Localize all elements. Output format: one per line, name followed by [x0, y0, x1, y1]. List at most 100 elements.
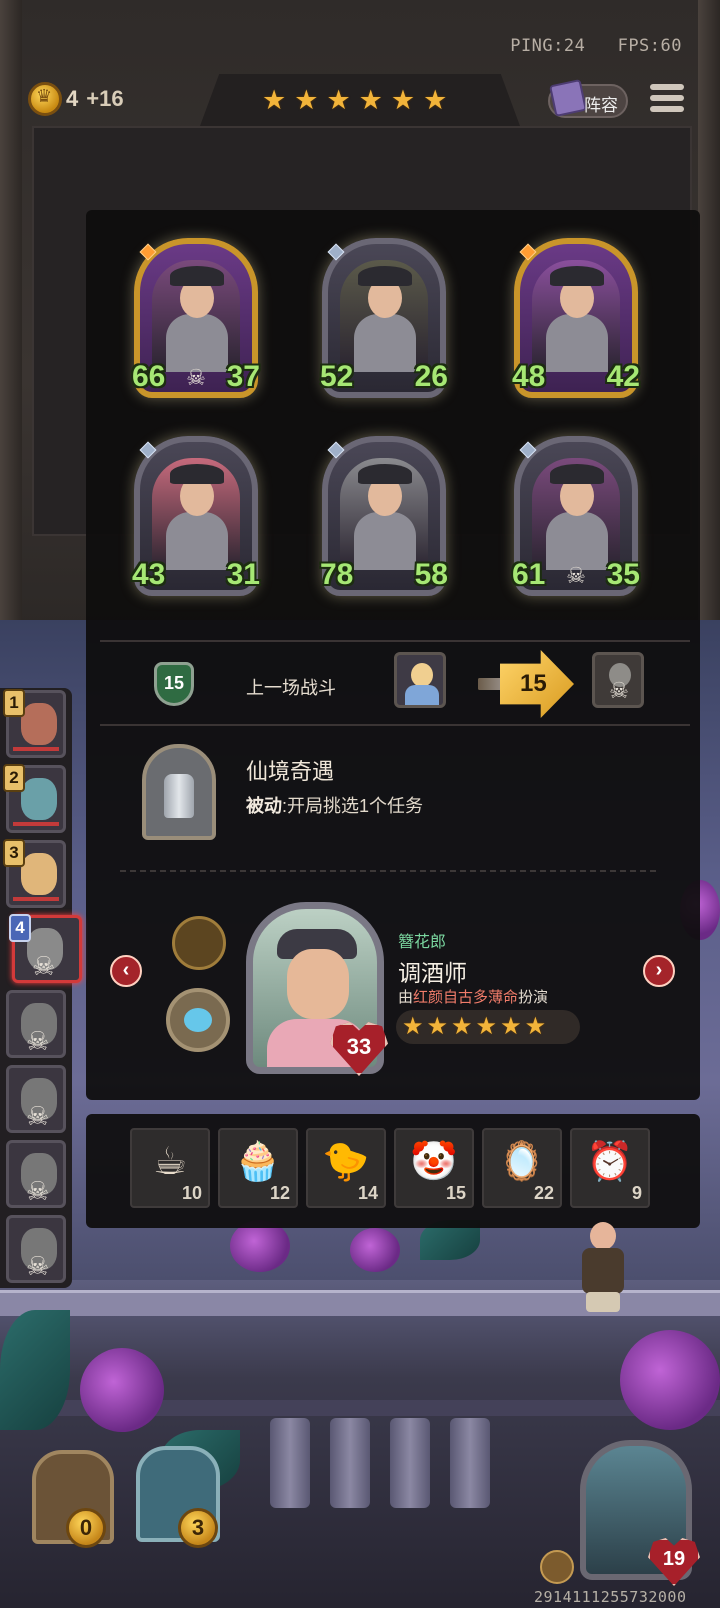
- ping-readout: PING:24: [510, 36, 586, 56]
- star-icon: ★: [500, 1013, 522, 1040]
- item-count: 14: [357, 1183, 378, 1203]
- book-icon: [549, 79, 587, 117]
- minion-health: 58: [414, 558, 448, 591]
- chest-coin-count: 0: [66, 1508, 106, 1548]
- star-icon: ★: [423, 85, 448, 115]
- opponent-rank: 1: [3, 689, 25, 717]
- minion-art: [152, 260, 240, 372]
- cupcake-icon: 🧁: [234, 1141, 282, 1183]
- art-hat: [358, 464, 412, 484]
- trinket-desc-keyword: 被动: [246, 796, 282, 816]
- art-body: [546, 314, 608, 372]
- rose-decoration: [80, 1348, 164, 1432]
- item-slot[interactable]: 🧁 12: [218, 1128, 298, 1208]
- teacup-icon: ☕: [152, 1141, 188, 1183]
- opponent-slot[interactable]: ☠: [6, 1215, 66, 1283]
- lineup-button-label[interactable]: 阵容: [584, 91, 618, 116]
- art-body: [354, 314, 416, 372]
- skull-icon: ☠: [566, 563, 586, 588]
- item-count: 15: [445, 1183, 466, 1203]
- prev-hero-button[interactable]: ‹: [110, 955, 142, 987]
- hero-health-value: 33: [346, 1034, 372, 1059]
- minion-card[interactable]: 66 37 ☠: [132, 238, 260, 398]
- fps-readout: FPS:60: [617, 36, 682, 56]
- art-hat: [550, 266, 604, 286]
- item-slot[interactable]: 🤡 15: [394, 1128, 474, 1208]
- npc-legs: [586, 1292, 620, 1312]
- minion-art: [340, 458, 428, 570]
- pillar: [330, 1418, 370, 1508]
- trinket-desc-text: :开局挑选1个任务: [282, 796, 424, 816]
- minion-attack: 43: [132, 558, 166, 591]
- opponent-slot[interactable]: ☠: [6, 1065, 66, 1133]
- minion-card[interactable]: 48 42: [512, 238, 640, 398]
- fishbowl-icon[interactable]: [166, 988, 230, 1052]
- bell-icon[interactable]: [540, 1550, 574, 1584]
- minion-card[interactable]: 78 58: [320, 436, 448, 596]
- chick-icon: 🐤: [322, 1141, 370, 1183]
- opponent-face: [21, 778, 57, 820]
- item-slot[interactable]: 🐤 14: [306, 1128, 386, 1208]
- player-health-badge: 19: [648, 1538, 700, 1586]
- gold-amount: 4: [66, 86, 79, 111]
- star-icon: ★: [426, 1013, 449, 1040]
- chest2-coin-count: 3: [178, 1508, 218, 1548]
- skull-icon: ☠: [26, 1176, 50, 1206]
- item-slot[interactable]: ⏰ 9: [570, 1128, 650, 1208]
- star-icon: ★: [390, 85, 416, 115]
- minion-art: [532, 458, 620, 570]
- pocket-watch-icon[interactable]: [172, 916, 226, 970]
- hero-health-badge: 33: [330, 1022, 388, 1076]
- pillar: [270, 1418, 310, 1508]
- skull-icon: ☠: [26, 1251, 50, 1281]
- trinket-description: 被动:开局挑选1个任务: [246, 792, 423, 818]
- minion-card[interactable]: 61 35 ☠: [512, 436, 640, 596]
- frame-left: [0, 0, 22, 620]
- health-bar: [13, 897, 59, 901]
- art-hat: [170, 464, 224, 484]
- rose-decoration: [350, 1228, 400, 1272]
- minion-health: 35: [606, 558, 640, 591]
- next-hero-button[interactable]: ›: [643, 955, 675, 987]
- minion-attack: 48: [512, 360, 546, 393]
- bartender-npc: [574, 1222, 632, 1312]
- item-count: 10: [181, 1183, 202, 1203]
- minion-card[interactable]: 43 31: [132, 436, 260, 596]
- star-icon: ★: [524, 1013, 547, 1040]
- tavern-stars: ★ ★ ★ ★ ★ ★: [262, 86, 447, 114]
- minion-attack: 61: [512, 558, 546, 591]
- star-icon: ★: [294, 85, 319, 115]
- opponent-rank: 3: [3, 839, 25, 867]
- item-slot[interactable]: 🪞 22: [482, 1128, 562, 1208]
- minion-attack: 52: [320, 360, 354, 393]
- dashed-divider: [120, 870, 656, 872]
- star-icon: ★: [358, 85, 383, 115]
- minion-card[interactable]: 52 26: [320, 238, 448, 398]
- star-icon: ★: [326, 85, 351, 115]
- star-icon: ★: [262, 85, 287, 115]
- skull-icon: ☠: [609, 678, 629, 703]
- skull-icon: ☠: [186, 365, 206, 390]
- last-battle-loser-portrait: ☠: [592, 652, 644, 708]
- gold-counter: 4 +16: [66, 86, 124, 112]
- opponent-slot[interactable]: 1: [3, 689, 66, 758]
- npc-body: [582, 1248, 624, 1294]
- divider: [100, 640, 690, 642]
- opponent-slot[interactable]: 3: [3, 839, 66, 908]
- leaf-decoration: [0, 1310, 70, 1430]
- item-slot[interactable]: ☕ 10: [130, 1128, 210, 1208]
- trinket-shaker-icon[interactable]: [142, 744, 216, 840]
- art-hat: [170, 266, 224, 286]
- opponent-slot[interactable]: ☠: [6, 990, 66, 1058]
- tier-shield-icon: 15: [154, 662, 194, 706]
- hero-star-rating: ★ ★ ★ ★ ★ ★: [396, 1010, 580, 1044]
- minion-art: [532, 260, 620, 372]
- opponent-slot[interactable]: 4 ☠: [9, 914, 82, 983]
- hero-face: [287, 949, 349, 1019]
- opponent-slot[interactable]: 2: [3, 764, 66, 833]
- opponent-rank: 2: [3, 764, 25, 792]
- menu-icon[interactable]: [650, 84, 684, 118]
- opponent-slot[interactable]: ☠: [6, 1140, 66, 1208]
- skull-icon: ☠: [26, 1101, 50, 1131]
- frame-right: [698, 0, 720, 620]
